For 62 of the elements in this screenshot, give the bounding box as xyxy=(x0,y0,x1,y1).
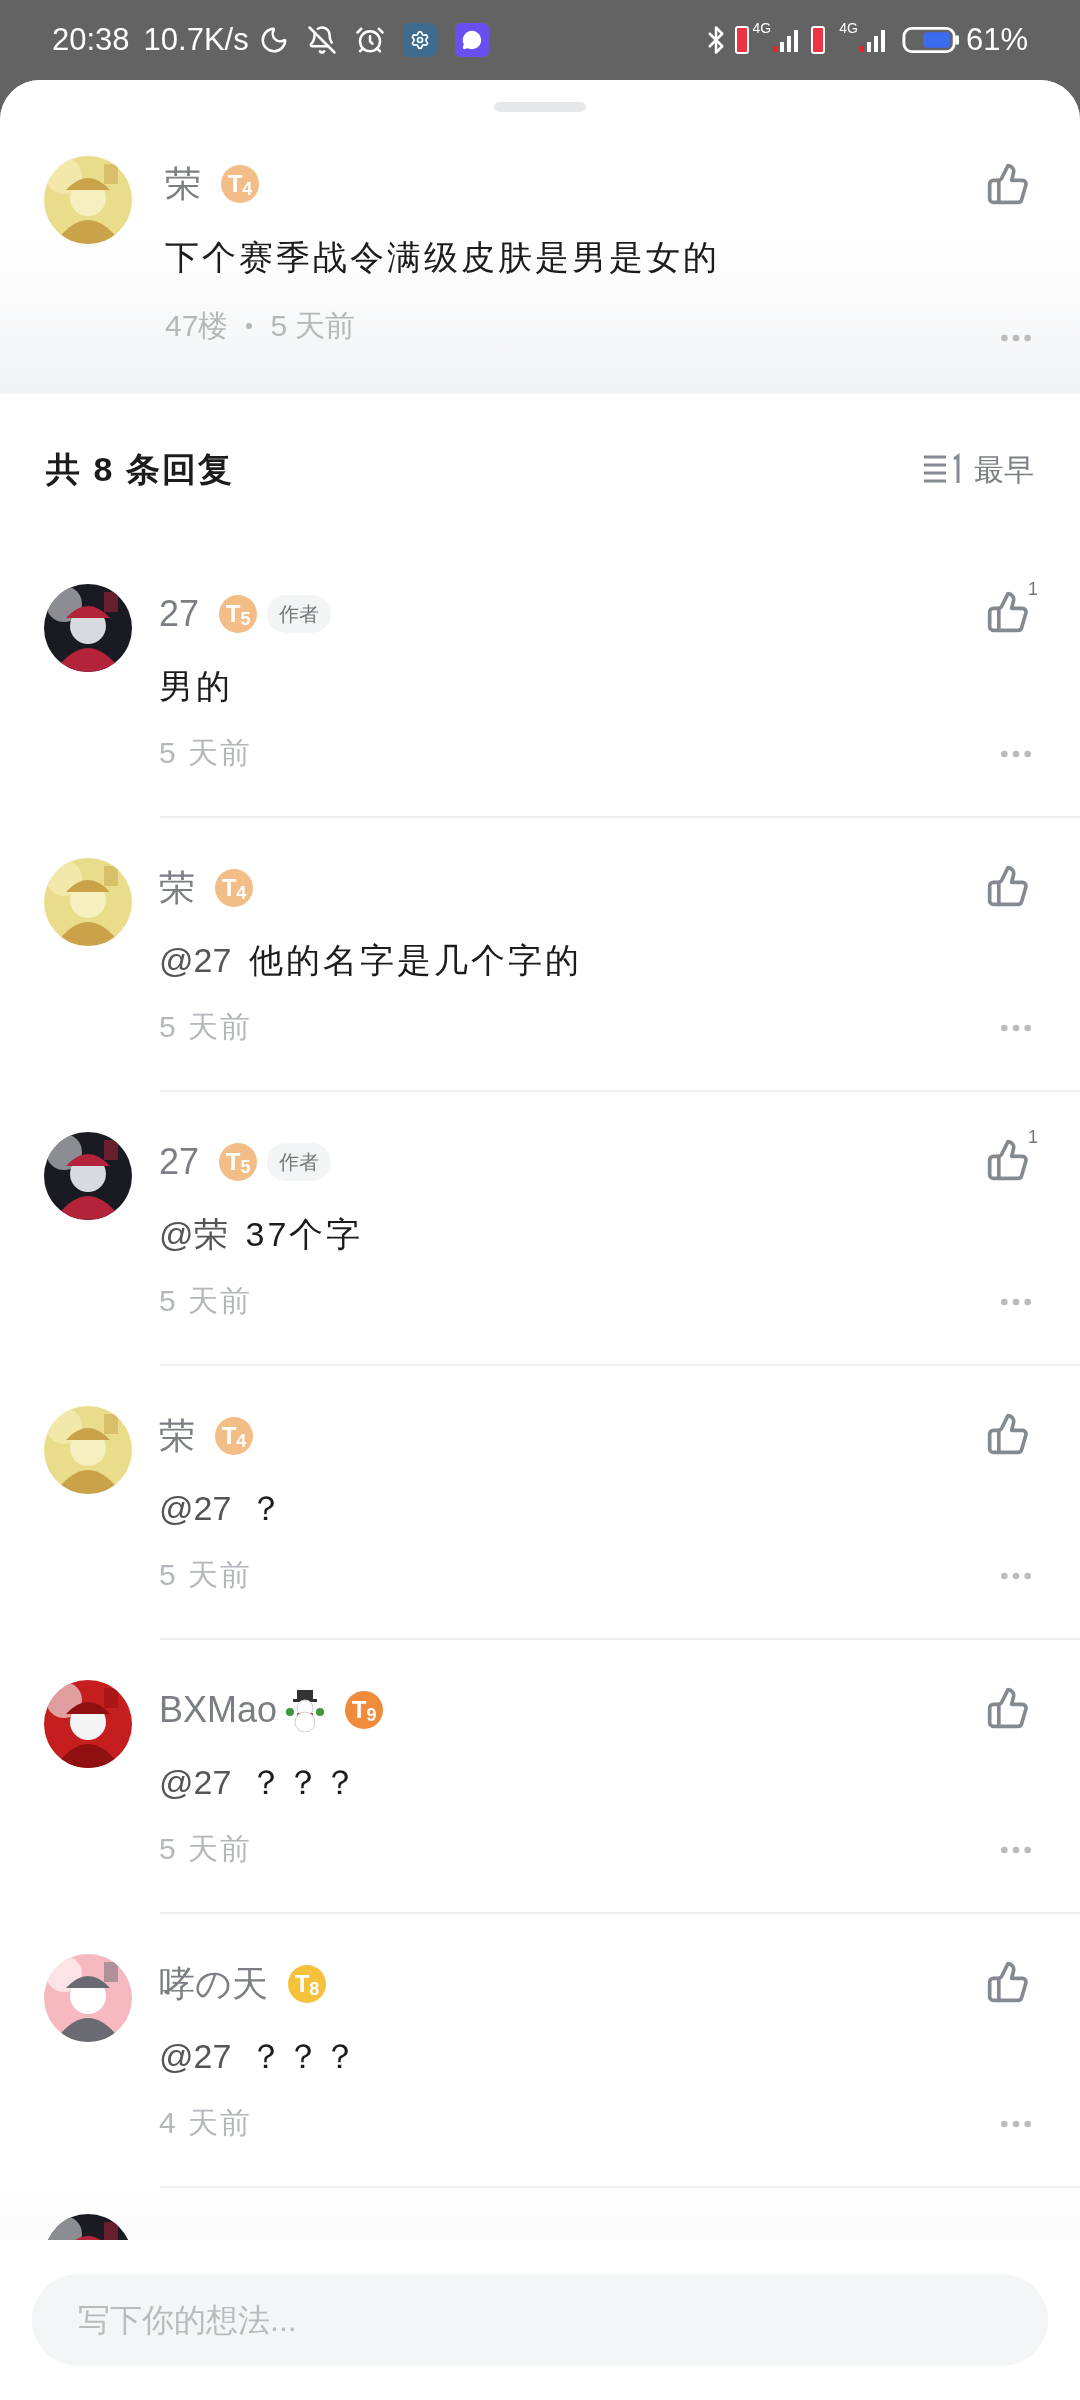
sim-icon xyxy=(811,26,826,54)
bell-off-icon xyxy=(306,25,337,55)
comment-input[interactable]: 写下你的想法... xyxy=(32,2274,1048,2366)
like-icon[interactable] xyxy=(986,1686,1030,1730)
reply-time: 5 天前 xyxy=(159,735,254,771)
level-badge: T$_{4}$ xyxy=(215,869,253,907)
author-name[interactable]: 荣 xyxy=(159,861,195,915)
drag-handle[interactable] xyxy=(494,102,586,112)
author-tag: 作者 xyxy=(267,1143,332,1181)
mention-link[interactable]: @27 xyxy=(159,2030,232,2082)
reply-text: ？ xyxy=(249,1487,287,1529)
replies-header: 共 8 条回复 xyxy=(46,448,234,490)
network-speed: 10.7K/s xyxy=(143,20,249,59)
chat-icon xyxy=(454,23,489,57)
author-name[interactable]: BXMao xyxy=(159,1683,278,1737)
alarm-icon xyxy=(354,25,385,55)
sort-button[interactable]: 最早 xyxy=(922,446,1034,492)
battery-percent: 61% xyxy=(965,20,1028,59)
level-badge: T$_{5}$ xyxy=(219,595,258,633)
floor-number: 47楼 xyxy=(165,308,229,344)
reply-text: ？？？ xyxy=(249,2035,361,2077)
level-badge: T$_{5}$ xyxy=(219,1143,258,1181)
like-count: 1 xyxy=(1028,578,1038,601)
post-time: 5 天前 xyxy=(270,308,356,344)
author-name[interactable]: 27 xyxy=(159,587,200,641)
like-count: 1 xyxy=(1028,1126,1038,1149)
author-name[interactable]: 荣 xyxy=(159,1409,195,1463)
network-type: 4G xyxy=(752,19,772,38)
mention-link[interactable]: @27 xyxy=(159,1482,232,1534)
reply-text: 男的 xyxy=(159,665,233,707)
reply-text: 他的名字是几个字的 xyxy=(249,939,583,981)
like-icon[interactable] xyxy=(986,864,1030,908)
battery-icon xyxy=(901,26,960,54)
level-badge: T$_{4}$ xyxy=(215,1417,253,1455)
settings-icon xyxy=(402,23,437,57)
like-icon[interactable] xyxy=(986,1412,1030,1456)
reply-text: ？？？ xyxy=(249,1761,361,1803)
reply-time: 4 天前 xyxy=(159,2105,254,2141)
level-badge: T$_{4}$ xyxy=(221,165,259,203)
like-icon[interactable] xyxy=(986,1960,1030,2004)
level-badge: T$_{9}$ xyxy=(345,1691,384,1729)
like-icon[interactable] xyxy=(986,162,1030,206)
reply-time: 5 天前 xyxy=(159,1009,254,1045)
author-name[interactable]: 哮の天 xyxy=(159,1957,268,2011)
author-name[interactable]: 27 xyxy=(159,1135,200,1189)
like-icon[interactable] xyxy=(986,1138,1030,1182)
author-tag: 作者 xyxy=(267,595,332,633)
mention-link[interactable]: @27 xyxy=(159,934,232,986)
network-type: 4G xyxy=(839,19,858,38)
reply-time: 5 天前 xyxy=(159,1557,254,1593)
post-content: 下个赛季战令满级皮肤是男是女的 xyxy=(165,237,721,278)
like-icon[interactable] xyxy=(986,590,1030,634)
reply-time: 5 天前 xyxy=(159,1283,254,1319)
reply-text: 37个字 xyxy=(245,1213,364,1255)
mention-link[interactable]: @荣 xyxy=(159,1208,228,1260)
clock: 20:38 xyxy=(52,20,130,59)
author-name[interactable]: 荣 xyxy=(165,157,201,211)
level-badge: T$_{8}$ xyxy=(288,1965,326,2003)
sim-icon xyxy=(734,26,749,54)
mention-link[interactable]: @27 xyxy=(159,1756,232,1808)
reply-time: 5 天前 xyxy=(159,1831,254,1867)
sort-icon xyxy=(922,453,962,485)
